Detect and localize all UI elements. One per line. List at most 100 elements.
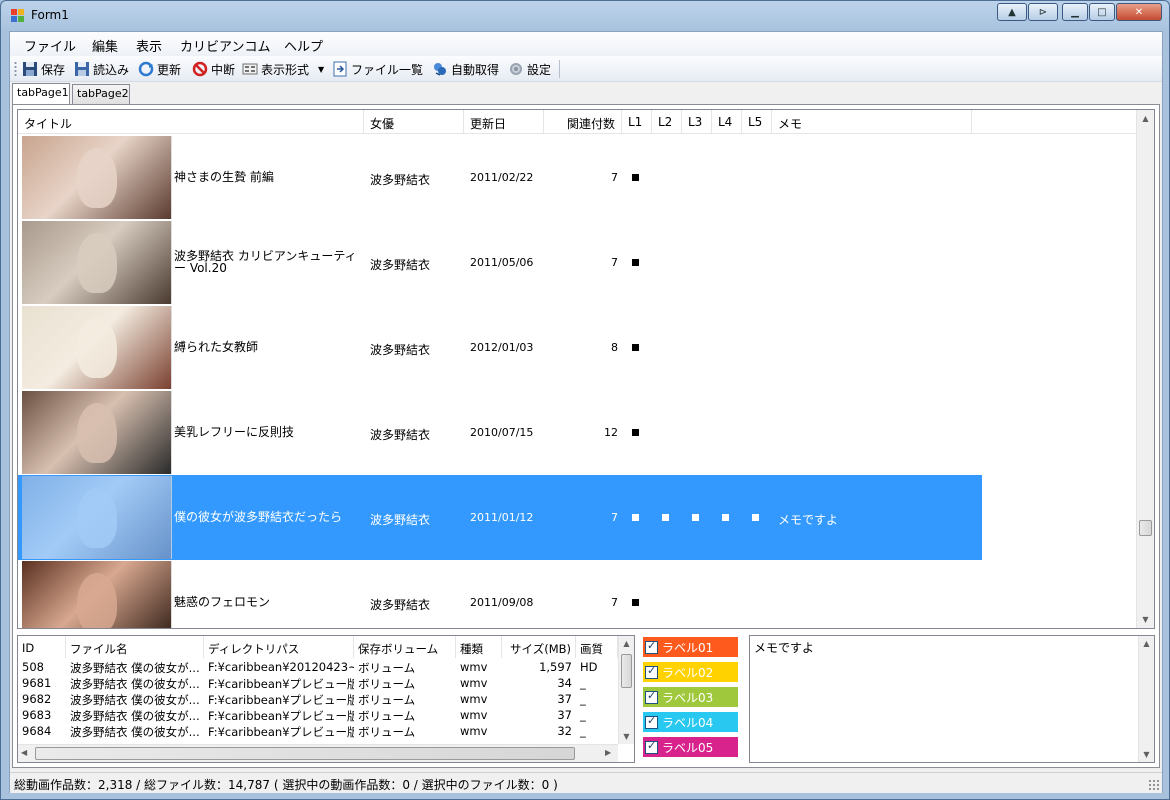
list-row[interactable]: 魅惑のフェロモン 波多野結衣 2011/09/08 7 bbox=[18, 560, 982, 628]
file-row[interactable]: 9682 波多野結衣 僕の彼女が... F:¥caribbean¥プレビュー版 ボリュ… bbox=[18, 692, 618, 708]
label-item-3[interactable]: ラベル03 bbox=[643, 687, 738, 707]
memo-vertical-scrollbar[interactable]: ▲ ▼ bbox=[1138, 636, 1154, 762]
file-row[interactable]: 9681 波多野結衣 僕の彼女が... F:¥caribbean¥プレビュー版 ボリュ… bbox=[18, 676, 618, 692]
scroll-left-arrow-icon[interactable]: ◀ bbox=[21, 748, 27, 757]
refresh-button[interactable]: 更新 bbox=[138, 60, 181, 78]
scroll-down-arrow-icon[interactable]: ▼ bbox=[1137, 611, 1154, 628]
file-list-button[interactable]: ファイル一覧 bbox=[332, 60, 423, 78]
video-list[interactable]: タイトル 女優 更新日 関連付数 L1 L2 L3 L4 L5 メモ 神さまの生贄 前編 波多野結衣… bbox=[17, 109, 1155, 629]
file-size: 32 bbox=[557, 724, 572, 738]
col-dirpath-header[interactable]: ディレクトリパス bbox=[204, 636, 354, 658]
scroll-up-icon[interactable]: ▲ bbox=[997, 3, 1027, 21]
menu-help[interactable]: ヘルプ bbox=[284, 36, 323, 55]
list-row[interactable]: 美乳レフリーに反則技 波多野結衣 2010/07/15 12 bbox=[18, 390, 982, 475]
row-count: 8 bbox=[611, 341, 618, 354]
file-id: 9684 bbox=[22, 724, 52, 738]
file-type: wmv bbox=[460, 724, 488, 738]
file-row[interactable]: 9683 波多野結衣 僕の彼女が... F:¥caribbean¥プレビュー版 ボリュ… bbox=[18, 708, 618, 724]
resize-grip-icon[interactable] bbox=[1148, 779, 1160, 791]
label-name: ラベル05 bbox=[662, 740, 714, 755]
col-size-header[interactable]: サイズ(MB) bbox=[502, 636, 576, 658]
app-icon bbox=[11, 9, 25, 23]
scroll-down-arrow-icon[interactable]: ▼ bbox=[619, 729, 634, 744]
view-format-button[interactable]: 表示形式 ▼ bbox=[242, 60, 324, 78]
label-checkbox[interactable] bbox=[645, 664, 658, 679]
thumbnail-image bbox=[22, 391, 172, 474]
scroll-up-arrow-icon[interactable]: ▲ bbox=[1139, 636, 1154, 651]
row-actress: 波多野結衣 bbox=[370, 258, 431, 272]
memo-textbox[interactable]: メモですよ ▲ ▼ bbox=[749, 635, 1155, 763]
scrollbar-thumb[interactable] bbox=[1139, 520, 1152, 536]
auto-fetch-button[interactable]: 自動取得 bbox=[432, 60, 499, 78]
stop-button[interactable]: 中断 bbox=[192, 60, 235, 78]
scroll-up-arrow-icon[interactable]: ▲ bbox=[619, 636, 634, 651]
menu-file[interactable]: ファイル bbox=[24, 36, 76, 55]
menu-caribbean[interactable]: カリビアンコム bbox=[180, 36, 270, 55]
load-button[interactable]: 読込み bbox=[74, 60, 129, 78]
toolbar-grip[interactable] bbox=[14, 61, 17, 77]
list-row[interactable]: 僕の彼女が波多野結衣だったら 波多野結衣 2011/01/12 7 メモですよ bbox=[18, 475, 982, 560]
label-item-2[interactable]: ラベル02 bbox=[643, 662, 738, 682]
label-item-1[interactable]: ラベル01 bbox=[643, 637, 738, 657]
col-quality-header[interactable]: 画質 bbox=[576, 636, 618, 658]
save-button[interactable]: 保存 bbox=[22, 60, 65, 78]
tab-page2[interactable]: tabPage2 bbox=[72, 84, 130, 104]
label-checkbox[interactable] bbox=[645, 739, 658, 754]
list-row[interactable]: 神さまの生贄 前編 波多野結衣 2011/02/22 7 bbox=[18, 135, 982, 220]
col-l2-header[interactable]: L2 bbox=[652, 110, 682, 134]
col-type-header[interactable]: 種類 bbox=[456, 636, 502, 658]
thumbnail-figure bbox=[77, 488, 117, 548]
scrollbar-thumb[interactable] bbox=[621, 654, 632, 688]
label-item-5[interactable]: ラベル05 bbox=[643, 737, 738, 757]
maximize-button[interactable]: □ bbox=[1089, 3, 1115, 21]
col-actress-header[interactable]: 女優 bbox=[364, 110, 464, 134]
file-size: 37 bbox=[557, 708, 572, 722]
col-volume-header[interactable]: 保存ボリューム bbox=[354, 636, 456, 658]
col-count-header[interactable]: 関連付数 bbox=[544, 110, 622, 134]
pin-icon[interactable]: ⊳ bbox=[1028, 3, 1058, 21]
label-checkbox[interactable] bbox=[645, 639, 658, 654]
label-item-4[interactable]: ラベル04 bbox=[643, 712, 738, 732]
col-l3-header[interactable]: L3 bbox=[682, 110, 712, 134]
app-window: Form1 ▲ ⊳ ▁ □ ✕ ファイル 編集 表示 カリビアンコム ヘルプ 保… bbox=[0, 0, 1170, 800]
col-l5-header[interactable]: L5 bbox=[742, 110, 772, 134]
file-list-icon bbox=[332, 61, 348, 77]
row-actress: 波多野結衣 bbox=[370, 173, 431, 187]
col-l4-header[interactable]: L4 bbox=[712, 110, 742, 134]
col-date-header[interactable]: 更新日 bbox=[464, 110, 544, 134]
menu-view[interactable]: 表示 bbox=[136, 36, 162, 55]
label-checkbox[interactable] bbox=[645, 689, 658, 704]
title-bar[interactable]: Form1 ▲ ⊳ ▁ □ ✕ bbox=[1, 1, 1169, 31]
scrollbar-thumb[interactable] bbox=[35, 747, 575, 760]
file-filename: 波多野結衣 僕の彼女が... bbox=[70, 677, 200, 691]
col-title-header[interactable]: タイトル bbox=[18, 110, 364, 134]
file-grid-vertical-scrollbar[interactable]: ▲ ▼ bbox=[618, 636, 634, 744]
minimize-button[interactable]: ▁ bbox=[1062, 3, 1088, 21]
file-row[interactable]: 9684 波多野結衣 僕の彼女が... F:¥caribbean¥プレビュー版 ボリュ… bbox=[18, 724, 618, 740]
settings-button[interactable]: 設定 bbox=[508, 60, 551, 78]
tab-content: タイトル 女優 更新日 関連付数 L1 L2 L3 L4 L5 メモ 神さまの生贄 前編 波多野結衣… bbox=[12, 104, 1160, 768]
label-mark-icon bbox=[662, 514, 669, 521]
label-checkbox[interactable] bbox=[645, 714, 658, 729]
list-row[interactable]: 波多野結衣 カリビアンキューティー Vol.20 波多野結衣 2011/05/06 7 bbox=[18, 220, 982, 305]
menu-edit[interactable]: 編集 bbox=[92, 36, 118, 55]
settings-label: 設定 bbox=[527, 62, 552, 77]
scroll-right-arrow-icon[interactable]: ▶ bbox=[605, 748, 611, 757]
col-memo-header[interactable]: メモ bbox=[772, 110, 972, 134]
file-row[interactable]: 508 波多野結衣 僕の彼女が... F:¥caribbean¥20120423~.… bbox=[18, 660, 618, 676]
scroll-down-arrow-icon[interactable]: ▼ bbox=[1139, 747, 1154, 762]
col-filename-header[interactable]: ファイル名 bbox=[66, 636, 204, 658]
thumbnail-image bbox=[22, 476, 172, 559]
col-id-header[interactable]: ID bbox=[18, 636, 66, 658]
scroll-up-arrow-icon[interactable]: ▲ bbox=[1137, 110, 1154, 127]
file-grid[interactable]: ID ファイル名 ディレクトリパス 保存ボリューム 種類 サイズ(MB) 画質 508 波多野… bbox=[17, 635, 635, 763]
label-name: ラベル01 bbox=[662, 640, 714, 655]
close-button[interactable]: ✕ bbox=[1116, 3, 1162, 21]
tab-page1[interactable]: tabPage1 bbox=[12, 83, 70, 104]
list-vertical-scrollbar[interactable]: ▲ ▼ bbox=[1136, 110, 1154, 628]
file-grid-horizontal-scrollbar[interactable]: ◀ ▶ bbox=[18, 744, 618, 762]
file-id: 508 bbox=[22, 660, 44, 674]
list-row[interactable]: 縛られた女教師 波多野結衣 2012/01/03 8 bbox=[18, 305, 982, 390]
col-l1-header[interactable]: L1 bbox=[622, 110, 652, 134]
label-mark-icon bbox=[722, 514, 729, 521]
